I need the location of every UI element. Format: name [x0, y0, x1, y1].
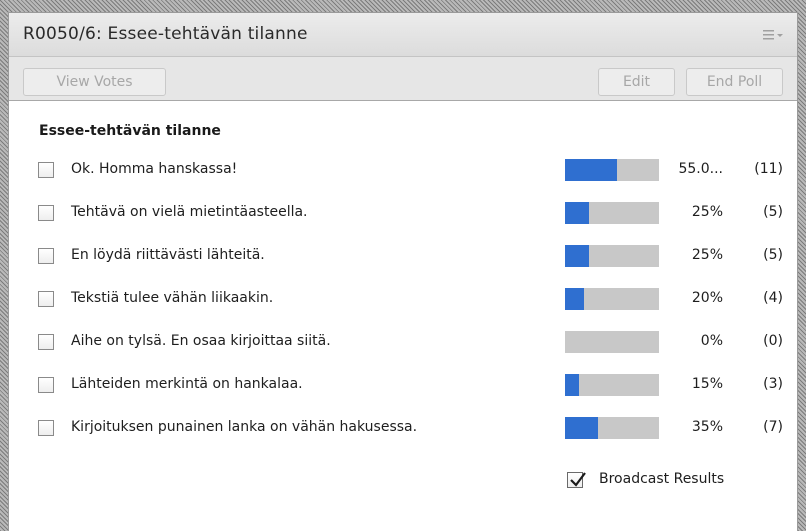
- poll-option-percent: 15%: [691, 376, 723, 392]
- hamburger-dropdown-icon[interactable]: [763, 28, 785, 42]
- pod-title: R0050/6: Essee-tehtävän tilanne: [23, 24, 308, 44]
- poll-option-label: Tehtävä on vielä mietintäasteella.: [71, 204, 308, 220]
- poll-result-bar: [565, 417, 659, 439]
- poll-result-bar: [565, 331, 659, 353]
- poll-option-percent: 25%: [691, 204, 723, 220]
- poll-option-label: Tekstiä tulee vähän liikaakin.: [71, 290, 274, 306]
- poll-option-row: Aihe on tylsä. En osaa kirjoittaa siitä.…: [9, 331, 797, 355]
- poll-option-checkbox[interactable]: [38, 291, 54, 307]
- poll-result-bar: [565, 245, 659, 267]
- poll-option-count: (5): [763, 204, 783, 220]
- poll-pod: R0050/6: Essee-tehtävän tilanne View Vot…: [8, 12, 798, 531]
- broadcast-results-label: Broadcast Results: [599, 471, 725, 487]
- poll-option-checkbox[interactable]: [38, 377, 54, 393]
- poll-option-checkbox[interactable]: [38, 162, 54, 178]
- poll-result-bar-fill: [565, 245, 589, 267]
- poll-option-percent: 0%: [700, 333, 723, 349]
- poll-option-count: (11): [754, 161, 783, 177]
- poll-option-row: Lähteiden merkintä on hankalaa. 15% (3): [9, 374, 797, 398]
- poll-option-label: Kirjoituksen punainen lanka on vähän hak…: [71, 419, 418, 435]
- poll-option-percent: 55.0...: [678, 161, 723, 177]
- poll-option-count: (5): [763, 247, 783, 263]
- pod-toolbar: View Votes Edit End Poll: [9, 57, 797, 101]
- checkmark-icon: [570, 472, 586, 487]
- poll-option-checkbox[interactable]: [38, 334, 54, 350]
- poll-option-count: (3): [763, 376, 783, 392]
- pod-titlebar: R0050/6: Essee-tehtävän tilanne: [9, 13, 797, 57]
- poll-result-bar: [565, 202, 659, 224]
- poll-option-percent: 20%: [691, 290, 723, 306]
- poll-option-label: En löydä riittävästi lähteitä.: [71, 247, 265, 263]
- poll-result-bar-fill: [565, 417, 598, 439]
- poll-option-row: En löydä riittävästi lähteitä. 25% (5): [9, 245, 797, 269]
- poll-content: Essee-tehtävän tilanne Ok. Homma hanskas…: [9, 101, 797, 531]
- poll-option-percent: 25%: [691, 247, 723, 263]
- poll-option-count: (7): [763, 419, 783, 435]
- poll-option-count: (0): [763, 333, 783, 349]
- poll-result-bar: [565, 288, 659, 310]
- end-poll-button[interactable]: End Poll: [686, 68, 783, 96]
- poll-option-count: (4): [763, 290, 783, 306]
- poll-option-row: Kirjoituksen punainen lanka on vähän hak…: [9, 417, 797, 441]
- poll-option-checkbox[interactable]: [38, 248, 54, 264]
- window-background: R0050/6: Essee-tehtävän tilanne View Vot…: [0, 0, 806, 531]
- poll-option-label: Aihe on tylsä. En osaa kirjoittaa siitä.: [71, 333, 331, 349]
- poll-option-checkbox[interactable]: [38, 420, 54, 436]
- poll-option-row: Ok. Homma hanskassa! 55.0... (11): [9, 159, 797, 183]
- edit-button[interactable]: Edit: [598, 68, 675, 96]
- broadcast-results-checkbox[interactable]: [567, 472, 586, 488]
- poll-result-bar: [565, 159, 659, 181]
- poll-result-bar: [565, 374, 659, 396]
- poll-result-bar-fill: [565, 159, 617, 181]
- poll-option-label: Ok. Homma hanskassa!: [71, 161, 238, 177]
- poll-option-label: Lähteiden merkintä on hankalaa.: [71, 376, 303, 392]
- poll-result-bar-fill: [565, 202, 589, 224]
- poll-option-checkbox[interactable]: [38, 205, 54, 221]
- poll-result-bar-fill: [565, 288, 584, 310]
- poll-result-bar-fill: [565, 374, 579, 396]
- poll-question: Essee-tehtävän tilanne: [39, 123, 221, 139]
- poll-option-row: Tekstiä tulee vähän liikaakin. 20% (4): [9, 288, 797, 312]
- view-votes-button[interactable]: View Votes: [23, 68, 166, 96]
- poll-option-row: Tehtävä on vielä mietintäasteella. 25% (5): [9, 202, 797, 226]
- poll-option-percent: 35%: [691, 419, 723, 435]
